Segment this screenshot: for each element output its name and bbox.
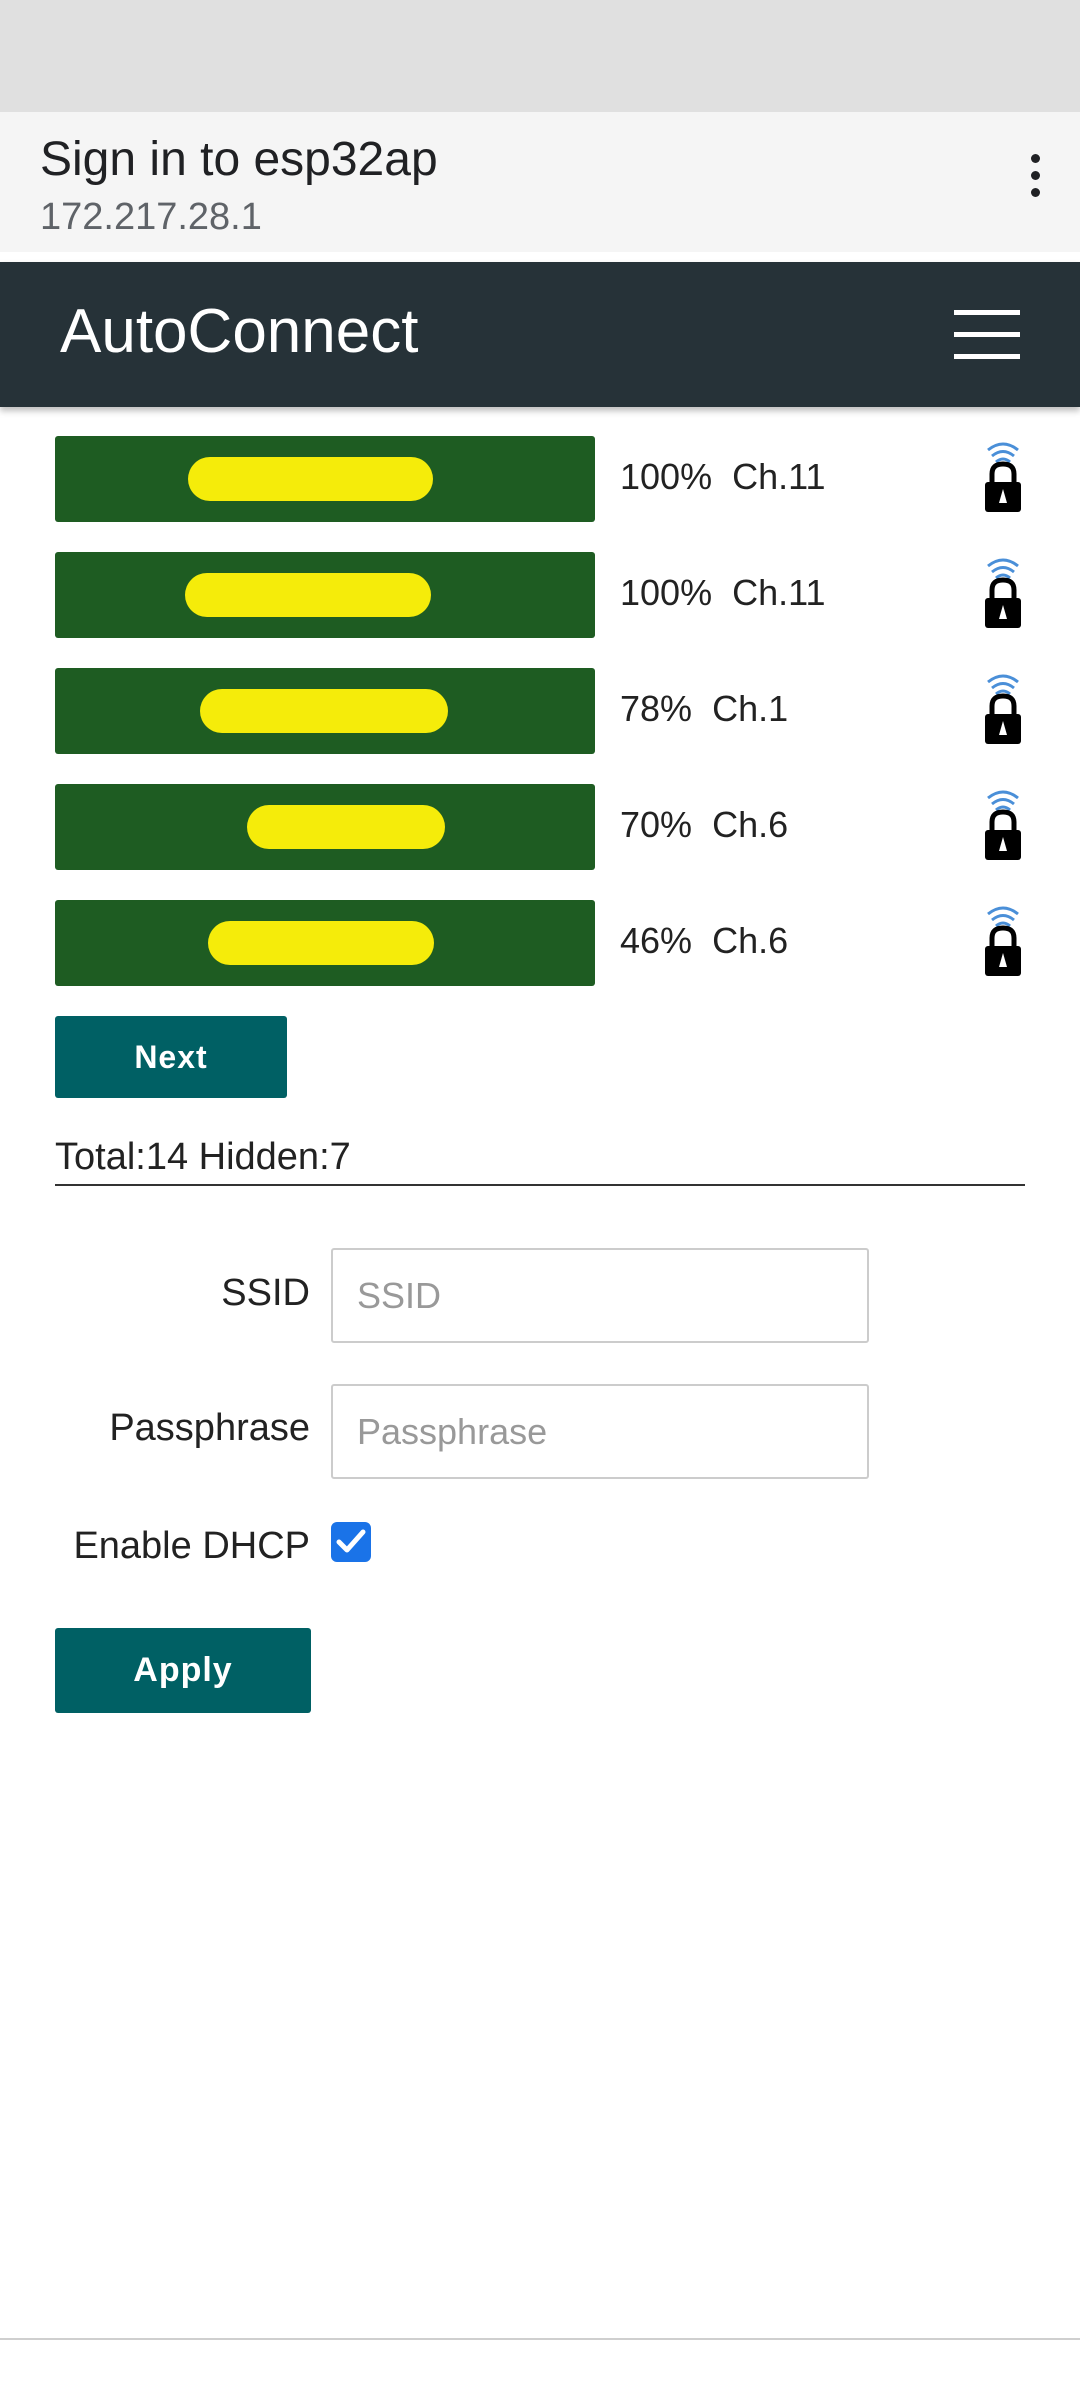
redacted-ssid bbox=[188, 457, 433, 501]
next-button[interactable]: Next bbox=[55, 1016, 287, 1098]
redacted-ssid bbox=[247, 805, 445, 849]
redacted-ssid bbox=[200, 689, 448, 733]
channel: Ch.6 bbox=[712, 920, 789, 961]
checkmark-icon bbox=[336, 1529, 366, 1553]
passphrase-label: Passphrase bbox=[109, 1407, 310, 1449]
signal-strength: 100% bbox=[620, 456, 713, 497]
channel: Ch.11 bbox=[732, 572, 826, 613]
channel: Ch.6 bbox=[712, 804, 789, 845]
network-button[interactable] bbox=[55, 436, 595, 522]
channel: Ch.1 bbox=[712, 688, 789, 729]
network-row: 100% Ch.11 bbox=[55, 552, 1055, 638]
lock-icon bbox=[985, 442, 1021, 512]
bottom-divider bbox=[0, 2338, 1080, 2340]
lock-icon bbox=[985, 906, 1021, 976]
network-info: 70% Ch.6 bbox=[620, 804, 788, 846]
signal-strength: 78% bbox=[620, 688, 693, 729]
network-button[interactable] bbox=[55, 784, 595, 870]
signal-strength: 46% bbox=[620, 920, 693, 961]
captive-portal-header: Sign in to esp32ap 172.217.28.1 bbox=[0, 112, 1080, 252]
app-title: AutoConnect bbox=[60, 297, 419, 366]
dhcp-label: Enable DHCP bbox=[73, 1525, 310, 1567]
signal-strength: 100% bbox=[620, 572, 713, 613]
portal-url: 172.217.28.1 bbox=[40, 196, 262, 238]
redacted-ssid bbox=[208, 921, 434, 965]
network-info: 100% Ch.11 bbox=[620, 572, 826, 614]
lock-icon bbox=[985, 790, 1021, 860]
status-bar bbox=[0, 0, 1080, 112]
network-row: 100% Ch.11 bbox=[55, 436, 1055, 522]
network-row: 70% Ch.6 bbox=[55, 784, 1055, 870]
network-row: 78% Ch.1 bbox=[55, 668, 1055, 754]
network-row: 46% Ch.6 bbox=[55, 900, 1055, 986]
network-button[interactable] bbox=[55, 668, 595, 754]
network-info: 46% Ch.6 bbox=[620, 920, 788, 962]
ssid-label: SSID bbox=[221, 1272, 310, 1314]
network-button[interactable] bbox=[55, 552, 595, 638]
dhcp-checkbox[interactable] bbox=[331, 1522, 371, 1562]
kebab-menu-icon[interactable] bbox=[1020, 154, 1050, 204]
app-bar: AutoConnect bbox=[0, 262, 1080, 407]
network-summary: Total:14 Hidden:7 bbox=[55, 1136, 1025, 1186]
portal-title: Sign in to esp32ap bbox=[40, 133, 438, 186]
lock-icon bbox=[985, 674, 1021, 744]
network-info: 100% Ch.11 bbox=[620, 456, 826, 498]
signal-strength: 70% bbox=[620, 804, 693, 845]
network-info: 78% Ch.1 bbox=[620, 688, 788, 730]
hamburger-icon[interactable] bbox=[954, 310, 1020, 360]
channel: Ch.11 bbox=[732, 456, 826, 497]
ssid-input[interactable] bbox=[331, 1248, 869, 1343]
passphrase-input[interactable] bbox=[331, 1384, 869, 1479]
lock-icon bbox=[985, 558, 1021, 628]
network-button[interactable] bbox=[55, 900, 595, 986]
apply-button[interactable]: Apply bbox=[55, 1628, 311, 1713]
redacted-ssid bbox=[185, 573, 431, 617]
